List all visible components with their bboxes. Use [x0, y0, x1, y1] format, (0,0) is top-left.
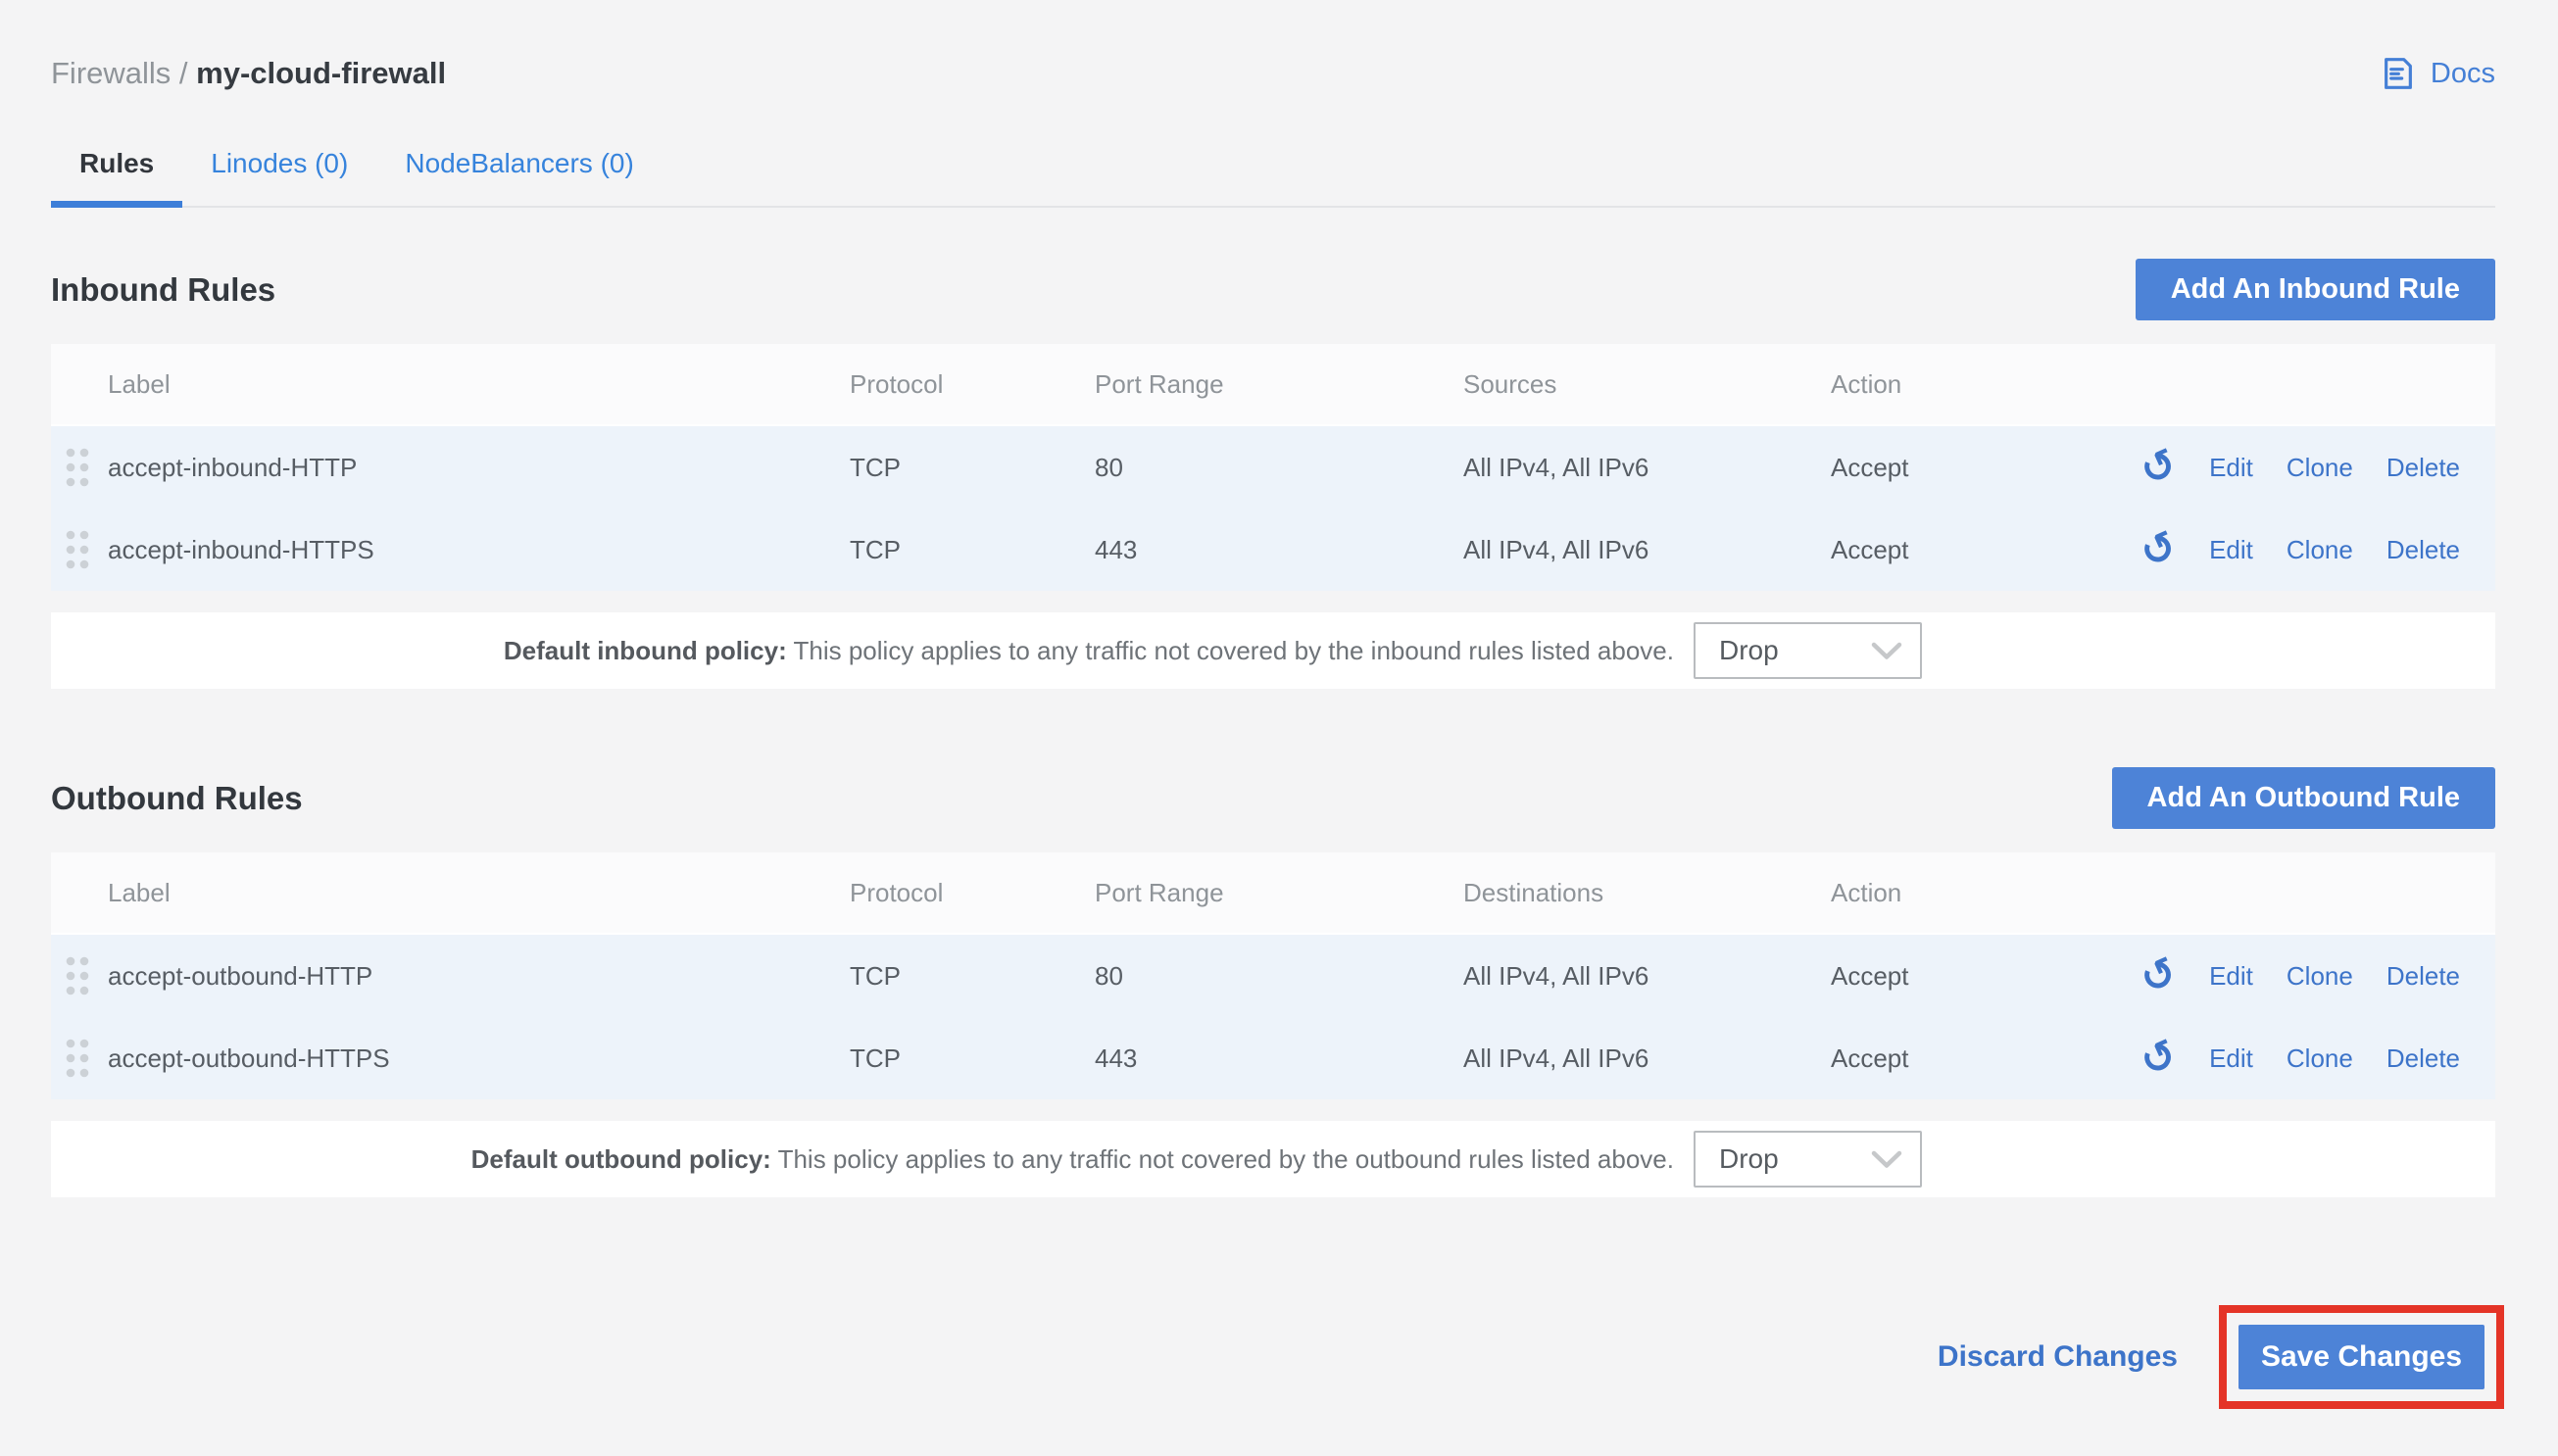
outbound-title: Outbound Rules: [51, 780, 303, 817]
clone-rule-link[interactable]: Clone: [2287, 1043, 2353, 1074]
default-outbound-policy-text: Default outbound policy: This policy app…: [51, 1144, 1674, 1175]
inbound-table-header: Label Protocol Port Range Sources Action: [51, 344, 2495, 426]
clone-rule-link[interactable]: Clone: [2287, 453, 2353, 483]
outbound-table-body: accept-outbound-HTTP TCP 80 All IPv4, Al…: [51, 935, 2495, 1099]
outbound-rules-table: Label Protocol Port Range Destinations A…: [51, 852, 2495, 1197]
rule-action: Accept: [1831, 961, 2076, 992]
rule-destinations: All IPv4, All IPv6: [1463, 961, 1831, 992]
docs-icon: [2379, 54, 2418, 93]
edit-rule-link[interactable]: Edit: [2209, 535, 2253, 565]
rule-protocol: TCP: [850, 961, 1095, 992]
policy-description: This policy applies to any traffic not c…: [794, 636, 1675, 665]
breadcrumb-firewalls[interactable]: Firewalls /: [51, 56, 188, 90]
annotation-highlight: Save Changes: [2219, 1305, 2504, 1409]
delete-rule-link[interactable]: Delete: [2386, 535, 2460, 565]
edit-rule-link[interactable]: Edit: [2209, 1043, 2253, 1074]
default-inbound-policy-text: Default inbound policy: This policy appl…: [51, 636, 1674, 666]
tab-rules[interactable]: Rules: [51, 147, 182, 206]
chevron-down-icon: [1871, 1150, 1902, 1169]
rule-label: accept-outbound-HTTPS: [108, 1043, 390, 1074]
delete-rule-link[interactable]: Delete: [2386, 453, 2460, 483]
topbar: Firewalls / my-cloud-firewall Docs: [51, 0, 2495, 94]
rule-action: Accept: [1831, 1043, 2076, 1074]
add-inbound-rule-button[interactable]: Add An Inbound Rule: [2136, 259, 2495, 320]
docs-link[interactable]: Docs: [2379, 54, 2495, 93]
edit-rule-link[interactable]: Edit: [2209, 961, 2253, 992]
rule-sources: All IPv4, All IPv6: [1463, 535, 1831, 565]
add-outbound-rule-button[interactable]: Add An Outbound Rule: [2112, 767, 2495, 829]
column-header-action: Action: [1831, 878, 2076, 908]
tab-bar: Rules Linodes (0) NodeBalancers (0): [51, 147, 2495, 208]
column-header-port-range: Port Range: [1095, 878, 1463, 908]
tab-nodebalancers[interactable]: NodeBalancers (0): [376, 147, 662, 206]
rule-protocol: TCP: [850, 535, 1095, 565]
rule-port-range: 80: [1095, 453, 1463, 483]
default-inbound-policy-row: Default inbound policy: This policy appl…: [51, 612, 2495, 689]
clone-rule-link[interactable]: Clone: [2287, 961, 2353, 992]
outbound-policy-selected-value: Drop: [1719, 1143, 1779, 1175]
rule-action: Accept: [1831, 535, 2076, 565]
default-outbound-policy-row: Default outbound policy: This policy app…: [51, 1121, 2495, 1197]
column-header-destinations: Destinations: [1463, 878, 1831, 908]
tab-linodes[interactable]: Linodes (0): [182, 147, 376, 206]
column-header-label: Label: [51, 369, 850, 400]
column-header-label: Label: [51, 878, 850, 908]
discard-changes-link[interactable]: Discard Changes: [1938, 1340, 2178, 1374]
outbound-section-header: Outbound Rules Add An Outbound Rule: [51, 767, 2495, 829]
drag-handle-icon[interactable]: [63, 527, 92, 572]
table-row-accept-outbound-http: accept-outbound-HTTP TCP 80 All IPv4, Al…: [51, 935, 2495, 1017]
inbound-section-header: Inbound Rules Add An Inbound Rule: [51, 259, 2495, 320]
rule-port-range: 443: [1095, 1043, 1463, 1074]
delete-rule-link[interactable]: Delete: [2386, 961, 2460, 992]
outbound-table-header: Label Protocol Port Range Destinations A…: [51, 852, 2495, 935]
clone-rule-link[interactable]: Clone: [2287, 535, 2353, 565]
undo-rule-icon[interactable]: ↺: [2141, 529, 2176, 570]
breadcrumb-current-firewall: my-cloud-firewall: [196, 56, 446, 90]
column-header-port-range: Port Range: [1095, 369, 1463, 400]
table-row-accept-inbound-http: accept-inbound-HTTP TCP 80 All IPv4, All…: [51, 426, 2495, 509]
drag-handle-icon[interactable]: [63, 953, 92, 998]
inbound-policy-selected-value: Drop: [1719, 635, 1779, 666]
delete-rule-link[interactable]: Delete: [2386, 1043, 2460, 1074]
save-changes-button[interactable]: Save Changes: [2238, 1325, 2484, 1389]
rule-sources: All IPv4, All IPv6: [1463, 453, 1831, 483]
undo-rule-icon[interactable]: ↺: [2141, 1038, 2176, 1079]
drag-handle-icon[interactable]: [63, 445, 92, 490]
inbound-rules-table: Label Protocol Port Range Sources Action: [51, 344, 2495, 689]
drag-handle-icon[interactable]: [63, 1036, 92, 1081]
inbound-policy-select[interactable]: Drop: [1694, 622, 1922, 679]
docs-label: Docs: [2431, 58, 2495, 90]
policy-label: Default outbound policy:: [471, 1144, 771, 1174]
breadcrumb: Firewalls / my-cloud-firewall: [51, 56, 446, 91]
rule-destinations: All IPv4, All IPv6: [1463, 1043, 1831, 1074]
rule-port-range: 80: [1095, 961, 1463, 992]
column-header-protocol: Protocol: [850, 369, 1095, 400]
undo-rule-icon[interactable]: ↺: [2141, 447, 2176, 488]
chevron-down-icon: [1871, 642, 1902, 660]
table-row-accept-outbound-https: accept-outbound-HTTPS TCP 443 All IPv4, …: [51, 1017, 2495, 1099]
inbound-title: Inbound Rules: [51, 271, 275, 309]
column-header-action: Action: [1831, 369, 2076, 400]
rule-label: accept-outbound-HTTP: [108, 961, 372, 992]
rule-port-range: 443: [1095, 535, 1463, 565]
column-header-protocol: Protocol: [850, 878, 1095, 908]
rule-protocol: TCP: [850, 453, 1095, 483]
footer-actions: Discard Changes Save Changes: [51, 1305, 2504, 1409]
outbound-policy-select[interactable]: Drop: [1694, 1131, 1922, 1188]
table-row-accept-inbound-https: accept-inbound-HTTPS TCP 443 All IPv4, A…: [51, 509, 2495, 591]
rule-label: accept-inbound-HTTPS: [108, 535, 374, 565]
rule-protocol: TCP: [850, 1043, 1095, 1074]
column-header-sources: Sources: [1463, 369, 1831, 400]
undo-rule-icon[interactable]: ↺: [2141, 955, 2176, 996]
inbound-table-body: accept-inbound-HTTP TCP 80 All IPv4, All…: [51, 426, 2495, 591]
firewall-detail-page: Firewalls / my-cloud-firewall Docs Rules…: [0, 0, 2558, 1456]
policy-label: Default inbound policy:: [504, 636, 787, 665]
edit-rule-link[interactable]: Edit: [2209, 453, 2253, 483]
policy-description: This policy applies to any traffic not c…: [778, 1144, 1674, 1174]
rule-action: Accept: [1831, 453, 2076, 483]
rule-label: accept-inbound-HTTP: [108, 453, 357, 483]
